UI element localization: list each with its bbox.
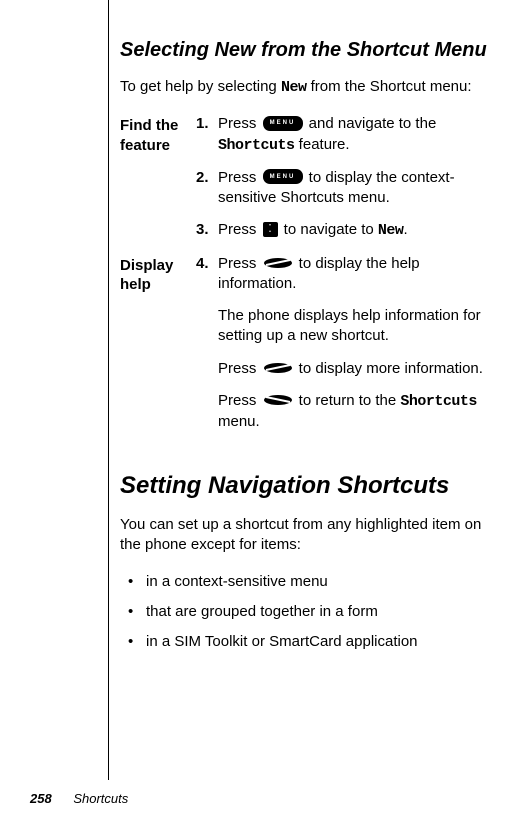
step-1-text-b: and navigate to the (305, 115, 437, 132)
step-1-text-c: feature. (295, 136, 350, 153)
step-3-text-c: . (403, 221, 407, 238)
list-item: in a SIM Toolkit or SmartCard applicatio… (128, 632, 488, 652)
list-item: that are grouped together in a form (128, 602, 488, 622)
page-number: 258 (30, 791, 52, 806)
display-steps-list: 4. Press to display the help information… (196, 254, 488, 295)
footer-section-name: Shortcuts (73, 791, 128, 806)
step-2-number: 2. (196, 168, 218, 188)
intro1-text-b: from the Shortcut menu: (306, 78, 471, 95)
steps-table: Find the feature 1. Press MENU and navig… (120, 114, 488, 444)
step-3-text-b: to navigate to (280, 221, 378, 238)
step-4-extra-2: Press to display more information. (218, 359, 488, 379)
section-heading: Setting Navigation Shortcuts (120, 472, 488, 501)
right-softkey-icon (263, 256, 293, 270)
intro1-mono: New (281, 79, 307, 96)
find-label: Find the feature (120, 114, 196, 253)
menu-key-icon: MENU (263, 116, 303, 131)
intro1-text-a: To get help by selecting (120, 78, 281, 95)
menu-key-icon: MENU (263, 169, 303, 184)
step-4-number: 4. (196, 254, 218, 274)
step-3-mono: New (378, 222, 404, 239)
right-softkey-icon (263, 361, 293, 375)
step-4-text-a: Press (218, 255, 261, 272)
step-4-ex3-a: Press (218, 392, 261, 409)
step-4-ex2-b: to display more information. (295, 360, 483, 377)
find-steps-list: 1. Press MENU and navigate to the Shortc… (196, 114, 488, 241)
step-4-extra-3: Press to return to the Shortcuts menu. (218, 391, 488, 433)
step-1: 1. Press MENU and navigate to the Shortc… (196, 114, 488, 156)
step-2-text-a: Press (218, 169, 261, 186)
step-1-mono: Shortcuts (218, 137, 295, 154)
step-1-number: 1. (196, 114, 218, 134)
subsection-heading: Selecting New from the Shortcut Menu (120, 38, 488, 63)
step-2: 2. Press MENU to display the context-sen… (196, 168, 488, 209)
intro-paragraph-2: You can set up a shortcut from any highl… (120, 515, 488, 556)
exception-list: in a context-sensitive menu that are gro… (128, 572, 488, 653)
step-3-number: 3. (196, 220, 218, 240)
step-4-extra-1: The phone displays help information for … (218, 306, 488, 347)
step-4-ex2-a: Press (218, 360, 261, 377)
display-label: Display help (120, 254, 196, 445)
step-1-text-a: Press (218, 115, 261, 132)
nav-key-icon: ⁚ (263, 222, 278, 237)
step-4-ex3-b: to return to the (295, 392, 401, 409)
step-3: 3. Press ⁚ to navigate to New. (196, 220, 488, 241)
vertical-divider (108, 0, 109, 780)
intro-paragraph-1: To get help by selecting New from the Sh… (120, 77, 488, 98)
step-4: 4. Press to display the help information… (196, 254, 488, 295)
step-4-ex3-c: menu. (218, 413, 260, 430)
step-3-text-a: Press (218, 221, 261, 238)
page-footer: 258 Shortcuts (30, 791, 128, 806)
left-softkey-icon (263, 393, 293, 407)
step-4-ex3-mono: Shortcuts (400, 393, 477, 410)
list-item: in a context-sensitive menu (128, 572, 488, 592)
